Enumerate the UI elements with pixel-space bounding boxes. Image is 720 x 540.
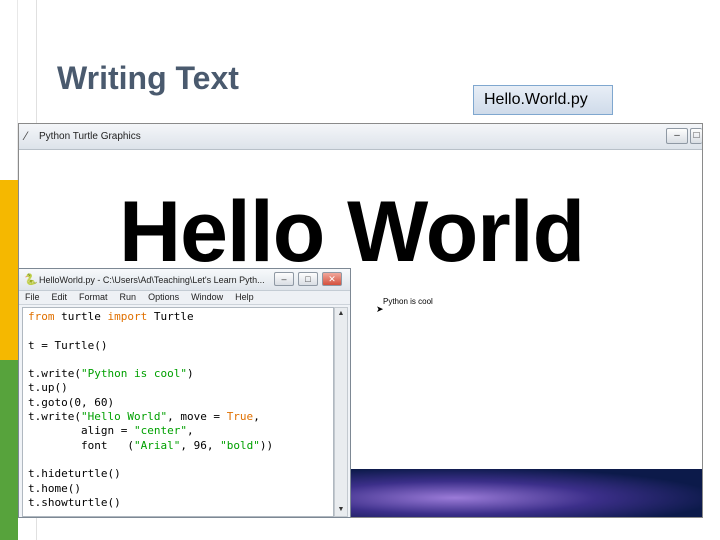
code-token: )) xyxy=(259,438,274,452)
editor-menubar: File Edit Format Run Options Window Help xyxy=(19,291,350,305)
code-line: t.up() xyxy=(28,381,333,395)
code-token: import xyxy=(107,310,148,323)
code-text-area[interactable]: from turtle import Turtle t = Turtle() t.w… xyxy=(22,307,334,517)
menu-options[interactable]: Options xyxy=(148,291,179,304)
maximize-button[interactable]: □ xyxy=(690,128,702,144)
code-token: t.showturtle() xyxy=(28,495,121,509)
code-token: , 96, xyxy=(180,438,221,452)
scroll-up-icon[interactable]: ▲ xyxy=(335,308,347,320)
code-line: align = "center", xyxy=(28,424,333,438)
canvas-python-is-cool-text: Python is cool xyxy=(383,297,433,306)
code-editor-window: 🐍 HelloWorld.py - C:\Users\Ad\Teaching\L… xyxy=(18,268,351,518)
code-line: t.showturtle() xyxy=(28,496,333,510)
code-line: from turtle import Turtle xyxy=(28,310,333,324)
slide-side-bar-yellow xyxy=(0,180,18,360)
minimize-button[interactable]: – xyxy=(666,128,688,144)
code-line: t = Turtle() xyxy=(28,339,333,353)
editor-scrollbar[interactable]: ▲ ▼ xyxy=(334,307,348,517)
code-token: , move = xyxy=(167,410,227,424)
slide-title: Writing Text xyxy=(57,60,239,96)
menu-edit[interactable]: Edit xyxy=(52,291,68,304)
code-token: t.goto(0, 60) xyxy=(28,395,115,409)
feather-icon: ⁄ xyxy=(25,129,28,143)
code-token: t.write( xyxy=(28,410,81,424)
turtle-window-titlebar[interactable]: ⁄ Python Turtle Graphics – □ xyxy=(19,124,702,150)
code-token: "center" xyxy=(133,424,187,438)
code-token: , xyxy=(186,424,194,438)
code-token: t = Turtle() xyxy=(28,338,108,352)
python-file-icon: 🐍 xyxy=(24,274,38,286)
code-token: "bold" xyxy=(220,438,260,452)
code-token: "Hello World" xyxy=(80,410,168,424)
code-token: , xyxy=(253,410,260,424)
slide-side-bar-top xyxy=(0,0,18,180)
code-line: t.goto(0, 60) xyxy=(28,396,333,410)
code-token: align = xyxy=(28,424,134,438)
code-token: from xyxy=(28,310,55,323)
code-line: t.home() xyxy=(28,482,333,496)
scroll-down-icon[interactable]: ▼ xyxy=(335,504,347,516)
code-token: True xyxy=(226,410,254,424)
code-line: t.hideturtle() xyxy=(28,467,333,481)
menu-file[interactable]: File xyxy=(25,291,40,304)
menu-run[interactable]: Run xyxy=(120,291,137,304)
code-line: t.write("Hello World", move = True, xyxy=(28,410,333,424)
turtle-window-title: Python Turtle Graphics xyxy=(39,131,141,142)
code-token: "Python is cool" xyxy=(80,367,187,381)
code-line: font ("Arial", 96, "bold")) xyxy=(28,439,333,453)
menu-window[interactable]: Window xyxy=(191,291,223,304)
code-token: t.up() xyxy=(28,381,68,395)
code-token: ) xyxy=(186,367,194,381)
code-token: turtle xyxy=(54,310,108,323)
editor-titlebar[interactable]: 🐍 HelloWorld.py - C:\Users\Ad\Teaching\L… xyxy=(19,269,350,291)
editor-minimize-button[interactable]: – xyxy=(274,272,294,286)
turtle-cursor-icon: ➤ xyxy=(376,304,384,314)
code-line: t.write("Python is cool") xyxy=(28,367,333,381)
editor-close-button[interactable]: ✕ xyxy=(322,272,342,286)
code-token: t.hideturtle() xyxy=(28,467,121,481)
code-token: font ( xyxy=(28,438,134,452)
code-token: t.home() xyxy=(28,481,81,495)
editor-maximize-button[interactable]: □ xyxy=(298,272,318,286)
code-token: t.write( xyxy=(28,367,81,381)
editor-title: HelloWorld.py - C:\Users\Ad\Teaching\Let… xyxy=(39,275,265,285)
menu-help[interactable]: Help xyxy=(235,291,254,304)
code-token: Turtle xyxy=(147,310,194,323)
desktop-wallpaper xyxy=(349,469,702,517)
code-token: "Arial" xyxy=(133,438,181,452)
slide-side-bar-green xyxy=(0,360,18,540)
file-name-label: Hello.World.py xyxy=(473,85,613,115)
menu-format[interactable]: Format xyxy=(79,291,108,304)
